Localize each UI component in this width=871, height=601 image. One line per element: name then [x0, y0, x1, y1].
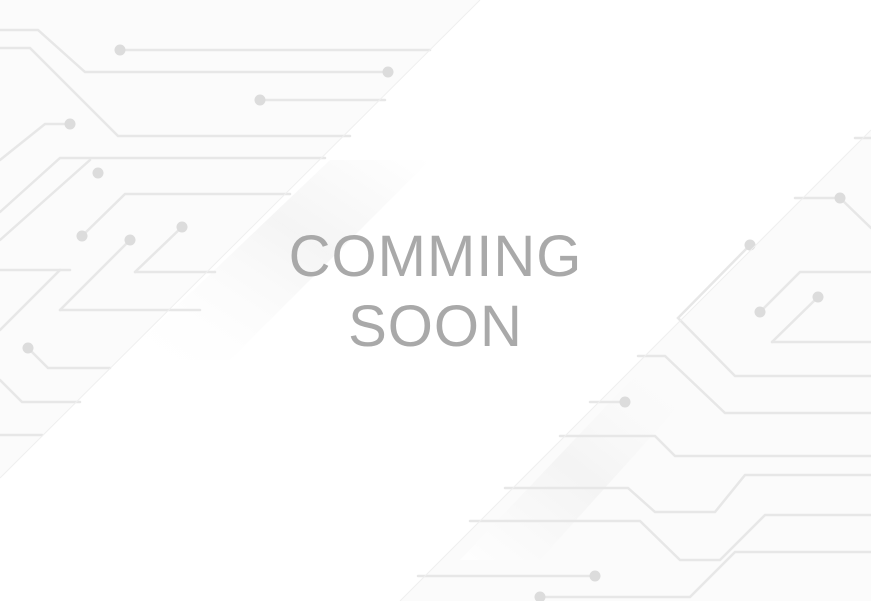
right-circuit-panel — [399, 129, 871, 601]
heading-line-2: SOON — [348, 294, 523, 359]
heading-line-1: COMMING — [288, 224, 583, 289]
coming-soon-heading: COMMING SOON — [0, 222, 871, 362]
